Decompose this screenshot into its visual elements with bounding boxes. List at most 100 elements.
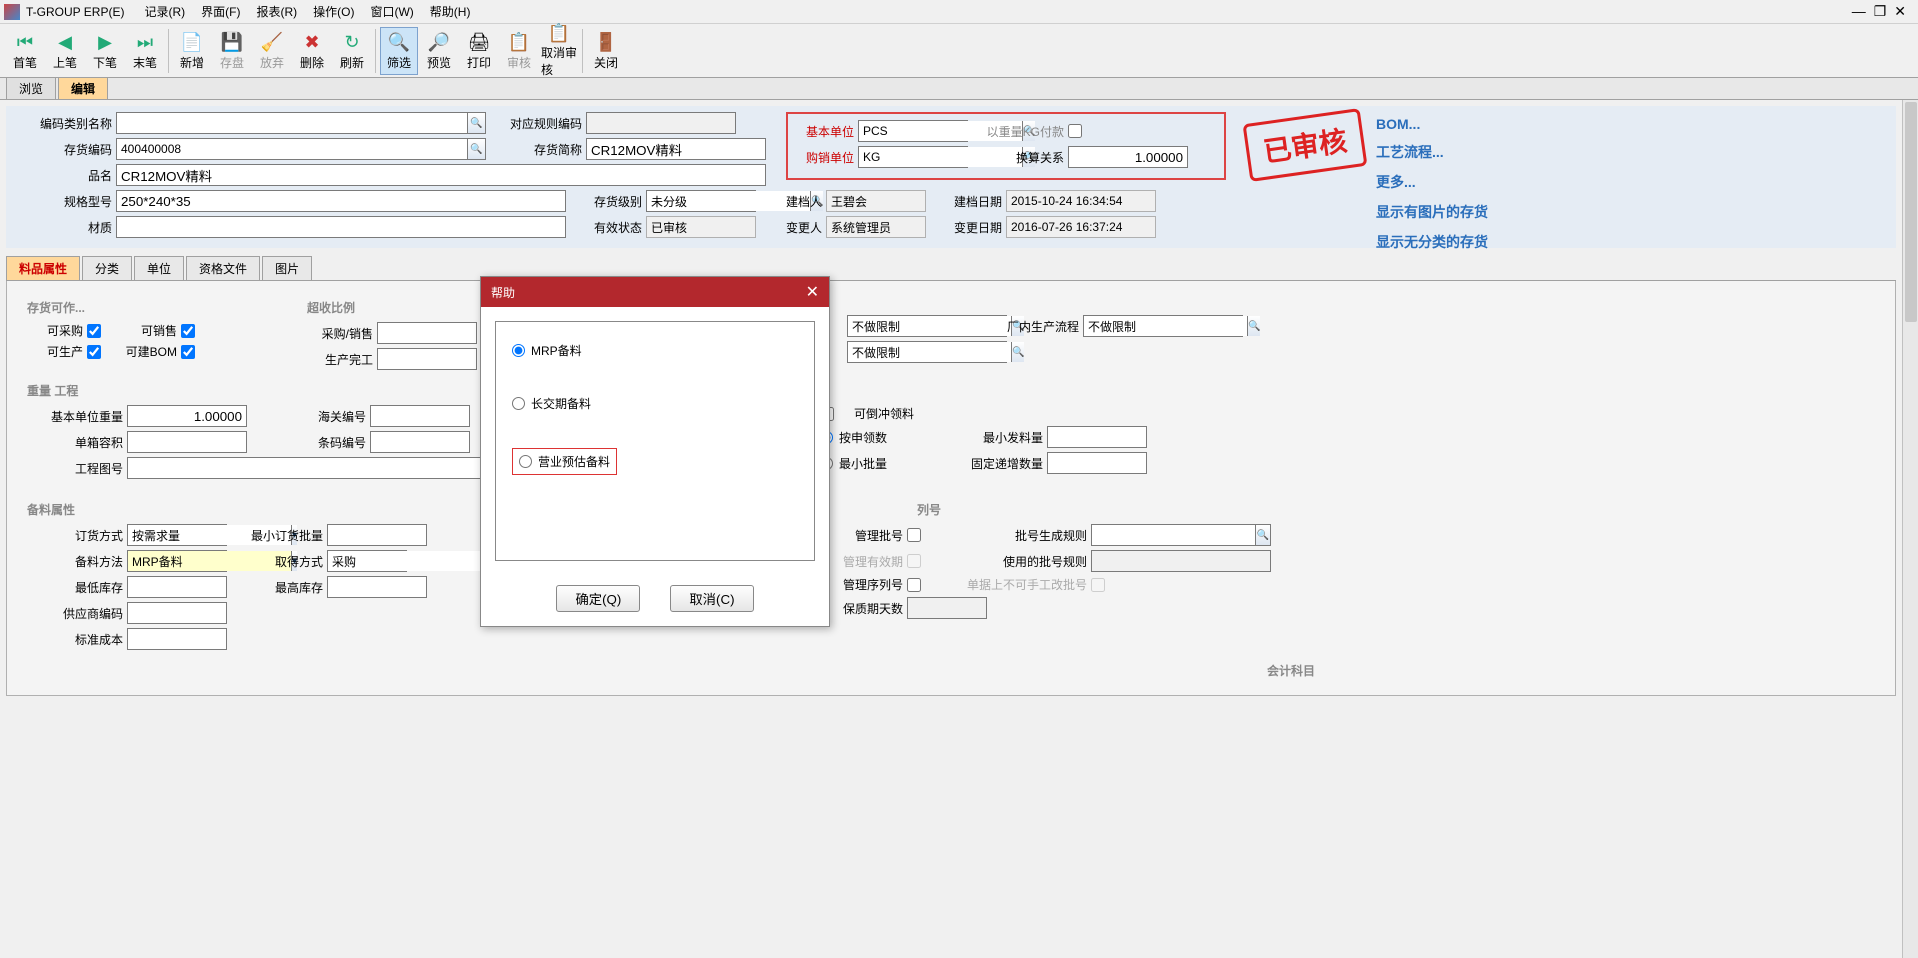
- menu-operation[interactable]: 操作(O): [305, 1, 362, 22]
- app-title: T-GROUP ERP(E): [26, 5, 124, 19]
- order-method-lookup[interactable]: ▾: [127, 524, 227, 546]
- valid-status-value: 已审核: [646, 216, 756, 238]
- modifier-label: 变更人: [756, 219, 826, 236]
- close-window-icon[interactable]: ✕: [1894, 3, 1906, 20]
- sub-tab-docs[interactable]: 资格文件: [186, 256, 260, 280]
- can-bom-checkbox[interactable]: [181, 345, 195, 359]
- std-cost-input[interactable]: [127, 628, 227, 650]
- customs-input[interactable]: [370, 405, 470, 427]
- dialog-radio-mrp[interactable]: [512, 344, 525, 357]
- stock-short-label: 存货简称: [486, 141, 586, 158]
- menu-interface[interactable]: 界面(F): [193, 1, 248, 22]
- minimize-icon[interactable]: —: [1852, 3, 1866, 20]
- spec-input[interactable]: [116, 190, 566, 212]
- barcode-input[interactable]: [370, 431, 470, 453]
- link-no-class[interactable]: 显示无分类的存货: [1376, 232, 1488, 252]
- modifier-value: 系统管理员: [826, 216, 926, 238]
- can-produce-checkbox[interactable]: [87, 345, 101, 359]
- name-input[interactable]: [116, 164, 766, 186]
- box-cap-input[interactable]: [127, 431, 247, 453]
- can-sell-checkbox[interactable]: [181, 324, 195, 338]
- weight-title: 重量 工程: [27, 382, 1875, 399]
- header-form: 编码类别名称 🔍 对应规则编码 存货编码 🔍 存货简称 品名 规格型号: [6, 106, 1896, 248]
- sub-tab-strip: 料品属性 分类 单位 资格文件 图片: [6, 256, 1896, 281]
- limit2-lookup[interactable]: 🔍: [847, 341, 1007, 363]
- tool-refresh[interactable]: ↻刷新: [333, 27, 371, 75]
- manage-serial-checkbox[interactable]: [907, 578, 921, 592]
- lookup-icon[interactable]: 🔍: [1255, 525, 1270, 545]
- factory-flow-lookup[interactable]: 🔍: [1083, 315, 1243, 337]
- dialog-ok-button[interactable]: 确定(Q): [556, 585, 640, 612]
- base-weight-input[interactable]: [127, 405, 247, 427]
- grade-label: 存货级别: [566, 193, 646, 210]
- tab-browse[interactable]: 浏览: [6, 77, 56, 99]
- code-class-lookup[interactable]: 🔍: [116, 112, 486, 134]
- limit1-lookup[interactable]: 🔍: [847, 315, 1007, 337]
- base-unit-lookup[interactable]: 🔍: [858, 120, 968, 142]
- link-bom[interactable]: BOM...: [1376, 116, 1488, 132]
- dialog-cancel-button[interactable]: 取消(C): [670, 585, 753, 612]
- used-rule-input: [1091, 550, 1271, 572]
- dialog-radio-sales[interactable]: [519, 455, 532, 468]
- restore-icon[interactable]: ❐: [1874, 3, 1887, 20]
- menu-report[interactable]: 报表(R): [248, 1, 305, 22]
- tool-abandon[interactable]: 🧹放弃: [253, 27, 291, 75]
- sub-tab-class[interactable]: 分类: [82, 256, 132, 280]
- tool-unapprove[interactable]: 📋取消审核: [540, 27, 578, 75]
- lookup-icon[interactable]: 🔍: [1247, 316, 1260, 336]
- obtain-lookup[interactable]: ▾: [327, 550, 407, 572]
- vertical-scrollbar[interactable]: [1902, 100, 1918, 958]
- pay-by-kg-checkbox[interactable]: [1068, 124, 1082, 138]
- tool-save[interactable]: 💾存盘: [213, 27, 251, 75]
- link-with-image[interactable]: 显示有图片的存货: [1376, 202, 1488, 222]
- grade-lookup[interactable]: 🔍: [646, 190, 756, 212]
- stock-method-lookup[interactable]: ▾: [127, 550, 227, 572]
- tool-preview[interactable]: 🔎预览: [420, 27, 458, 75]
- manage-batch-checkbox[interactable]: [907, 528, 921, 542]
- can-purchase-checkbox[interactable]: [87, 324, 101, 338]
- dialog-radio-long[interactable]: [512, 397, 525, 410]
- supplier-input[interactable]: [127, 602, 227, 624]
- sub-tab-attr[interactable]: 料品属性: [6, 256, 80, 280]
- ratio-input[interactable]: [1068, 146, 1188, 168]
- max-stock-input[interactable]: [327, 576, 427, 598]
- lookup-icon[interactable]: 🔍: [467, 113, 485, 133]
- menu-record[interactable]: 记录(R): [136, 1, 193, 22]
- material-input[interactable]: [116, 216, 566, 238]
- dialog-titlebar[interactable]: 帮助 ✕: [481, 277, 829, 307]
- sub-tab-unit[interactable]: 单位: [134, 256, 184, 280]
- lookup-icon[interactable]: 🔍: [467, 139, 485, 159]
- tab-edit[interactable]: 编辑: [58, 77, 108, 99]
- tool-close[interactable]: 🚪关闭: [587, 27, 625, 75]
- menu-window[interactable]: 窗口(W): [362, 1, 421, 22]
- fixed-inc-input[interactable]: [1047, 452, 1147, 474]
- min-order-input[interactable]: [327, 524, 427, 546]
- tool-last[interactable]: ⏭末笔: [126, 27, 164, 75]
- stock-short-input[interactable]: [586, 138, 766, 160]
- stock-code-lookup[interactable]: 🔍: [116, 138, 486, 160]
- detail-panel: 存货可作... 可采购 可销售 可生产 可建BOM 超收比例 采购/销售 生产完…: [6, 281, 1896, 696]
- overrecv-title: 超收比例: [307, 299, 507, 316]
- batch-rule-lookup[interactable]: 🔍: [1091, 524, 1271, 546]
- lookup-icon[interactable]: 🔍: [1011, 342, 1024, 362]
- dialog-close-icon[interactable]: ✕: [806, 282, 819, 302]
- tool-first[interactable]: ⏮首笔: [6, 27, 44, 75]
- produce-done-input[interactable]: [377, 348, 477, 370]
- min-stock-input[interactable]: [127, 576, 227, 598]
- tool-add[interactable]: 📄新增: [173, 27, 211, 75]
- tool-prev[interactable]: ◀上笔: [46, 27, 84, 75]
- link-process[interactable]: 工艺流程...: [1376, 142, 1488, 162]
- tool-next[interactable]: ▶下笔: [86, 27, 124, 75]
- tool-delete[interactable]: ✖删除: [293, 27, 331, 75]
- sub-tab-image[interactable]: 图片: [262, 256, 312, 280]
- tool-print[interactable]: 🖨打印: [460, 27, 498, 75]
- link-more[interactable]: 更多...: [1376, 172, 1488, 192]
- app-icon: [4, 4, 20, 20]
- tool-filter[interactable]: 🔍筛选: [380, 27, 418, 75]
- creator-label: 建档人: [756, 193, 826, 210]
- tool-approve[interactable]: 📋审核: [500, 27, 538, 75]
- sales-unit-lookup[interactable]: 🔍: [858, 146, 968, 168]
- purchase-sale-input[interactable]: [377, 322, 477, 344]
- min-issue-input[interactable]: [1047, 426, 1147, 448]
- menu-help[interactable]: 帮助(H): [422, 1, 479, 22]
